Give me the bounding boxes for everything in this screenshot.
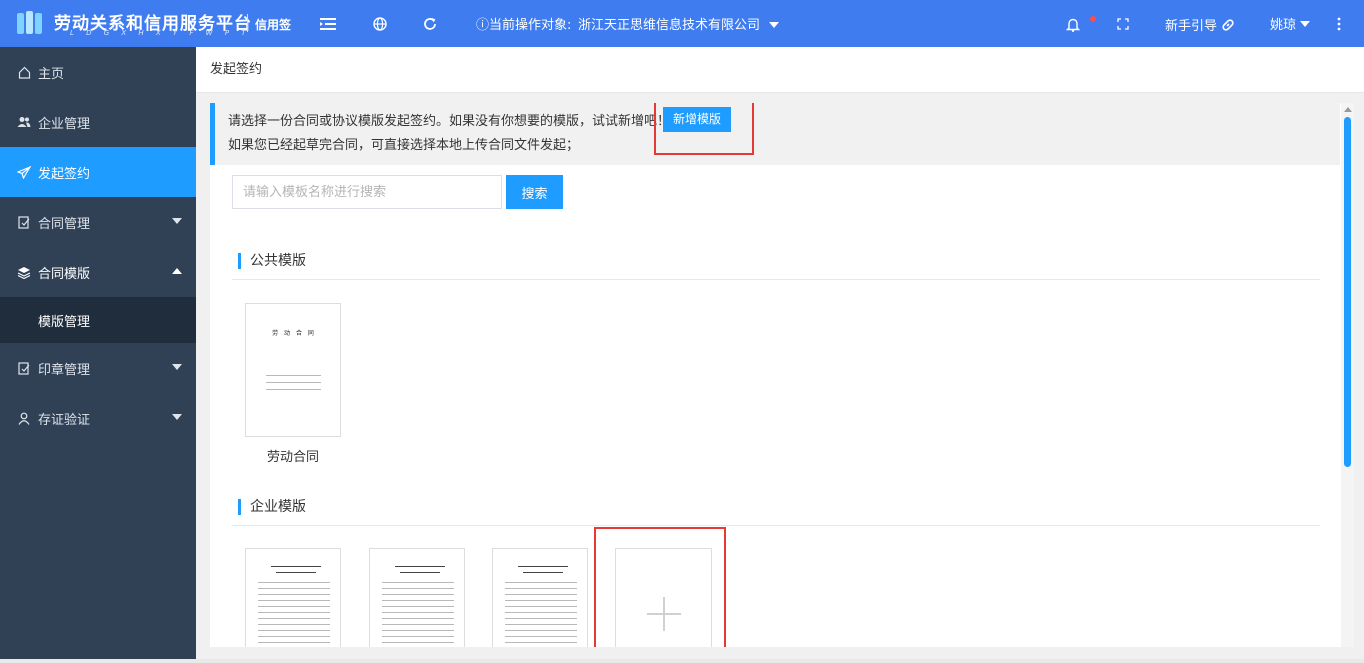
notice-banner: 请选择一份合同或协议模版发起签约。如果没有你想要的模版，试试新增吧！ 如果您已经… — [210, 103, 1340, 165]
enterprise-template-card[interactable] — [369, 548, 465, 647]
section-divider — [232, 279, 1320, 280]
person-icon — [16, 410, 32, 426]
target-label: ⓘ当前操作对象: — [476, 18, 572, 33]
template-caption[interactable]: 劳动合同 — [245, 446, 341, 465]
user-menu[interactable]: 姚琼 — [1270, 14, 1311, 33]
highlight-box — [654, 103, 754, 155]
sidebar: 主页 企业管理 发起签约 合同管理 合同模版 模版管理 印章管理 存证验证 — [0, 47, 196, 663]
chevron-down-icon[interactable] — [764, 15, 784, 35]
scrollbar[interactable] — [1341, 103, 1354, 647]
bell-icon[interactable] — [1063, 14, 1083, 34]
send-icon — [16, 164, 32, 180]
user-name: 姚琼 — [1270, 18, 1297, 33]
sidebar-item-label: 存证验证 — [38, 412, 91, 428]
globe-icon[interactable] — [370, 14, 390, 34]
refresh-icon[interactable] — [420, 14, 440, 34]
sidebar-item-label: 主页 — [38, 66, 65, 82]
sidebar-item-label: 合同模版 — [38, 266, 91, 282]
taskbar — [0, 659, 1364, 663]
notice-line-1: 请选择一份合同或协议模版发起签约。如果没有你想要的模版，试试新增吧！ — [228, 114, 671, 129]
main-panel: 请选择一份合同或协议模版发起签约。如果没有你想要的模版，试试新增吧！ 如果您已经… — [210, 103, 1354, 647]
layers-icon — [16, 264, 32, 280]
sidebar-item-contract-templates[interactable]: 合同模版 — [0, 247, 196, 297]
enterprise-template-card[interactable] — [245, 548, 341, 647]
brand-tag: 信用签 — [255, 18, 292, 32]
home-icon — [16, 64, 32, 80]
section-title-enterprise: 企业模版 — [238, 499, 306, 515]
users-icon — [16, 114, 32, 130]
brand-divider — [247, 14, 248, 32]
template-card-labor-contract[interactable]: 劳 动 合 同 — [245, 303, 341, 437]
chevron-down-icon — [172, 218, 182, 224]
sidebar-item-contract-management[interactable]: 合同管理 — [0, 197, 196, 247]
menu-toggle-icon[interactable] — [318, 14, 338, 34]
sidebar-item-seal-management[interactable]: 印章管理 — [0, 343, 196, 393]
highlight-box — [594, 527, 726, 647]
sidebar-item-label: 企业管理 — [38, 116, 91, 132]
seal-icon — [16, 360, 32, 376]
brand-subtitle: L D G X H X Y F W P T — [70, 29, 251, 37]
sidebar-item-start-signing[interactable]: 发起签约 — [0, 147, 196, 197]
section-title-public: 公共模版 — [238, 253, 306, 269]
search-button[interactable]: 搜索 — [506, 175, 563, 209]
sidebar-item-label: 印章管理 — [38, 362, 91, 378]
scroll-thumb[interactable] — [1344, 117, 1351, 467]
search-input[interactable] — [232, 175, 502, 209]
section-divider — [232, 525, 1320, 526]
guide-link[interactable]: 新手引导 — [1165, 15, 1235, 34]
notice-line-2: 如果您已经起草完合同，可直接选择本地上传合同文件发起； — [228, 138, 580, 153]
sidebar-item-label: 合同管理 — [38, 216, 91, 232]
chevron-down-icon — [172, 414, 182, 420]
chevron-down-icon — [172, 364, 182, 370]
fullscreen-icon[interactable] — [1113, 14, 1133, 34]
sidebar-item-label: 模版管理 — [38, 314, 91, 330]
sidebar-subitem-template-management[interactable]: 模版管理 — [0, 297, 196, 343]
top-header: 劳动关系和信用服务平台 L D G X H X Y F W P T 信用签 ⓘ当… — [0, 0, 1364, 47]
sidebar-item-label: 发起签约 — [38, 166, 91, 182]
doc-title: 劳 动 合 同 — [272, 330, 316, 337]
more-vertical-icon[interactable] — [1329, 14, 1349, 34]
chevron-up-icon — [172, 268, 182, 274]
breadcrumb: 发起签约 — [196, 47, 1364, 93]
chevron-down-icon — [1300, 20, 1311, 27]
target-company-select[interactable]: 浙江天正思维信息技术有限公司 — [578, 14, 760, 33]
sidebar-item-home[interactable]: 主页 — [0, 47, 196, 97]
enterprise-template-card[interactable] — [492, 548, 588, 647]
guide-label: 新手引导 — [1165, 19, 1218, 34]
contract-icon — [16, 214, 32, 230]
link-icon — [1222, 19, 1234, 31]
sidebar-item-evidence-verification[interactable]: 存证验证 — [0, 393, 196, 443]
sidebar-item-enterprise[interactable]: 企业管理 — [0, 97, 196, 147]
logo-icon — [17, 11, 42, 34]
scroll-up-icon[interactable] — [1344, 107, 1352, 112]
notification-dot — [1090, 16, 1096, 22]
